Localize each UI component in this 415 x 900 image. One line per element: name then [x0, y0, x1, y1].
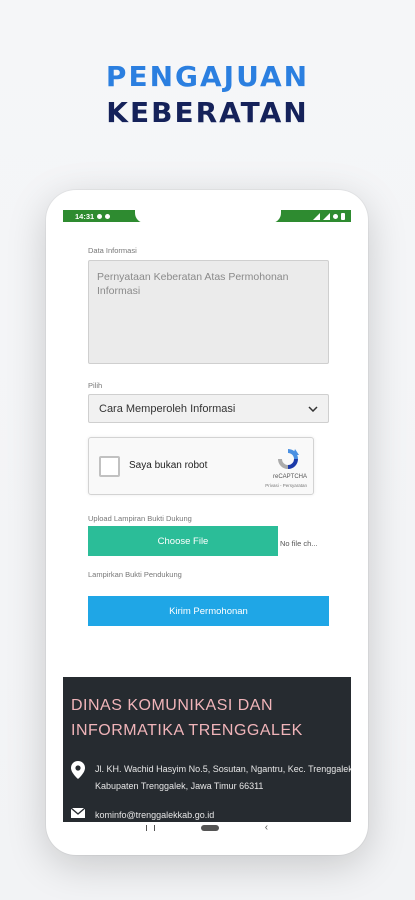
- no-file-text: No file ch...: [280, 539, 318, 548]
- recaptcha-brand: reCAPTCHA: [272, 474, 307, 480]
- headline-line-2: KEBERATAN: [106, 96, 309, 129]
- phone-frame: 14:31 Data Informasi Pernyataan Keberata…: [46, 190, 368, 855]
- chevron-down-icon: [308, 405, 318, 412]
- footer: DINAS KOMUNIKASI DAN INFORMATIKA TRENGGA…: [63, 677, 351, 822]
- footer-title: DINAS KOMUNIKASI DAN INFORMATIKA TRENGGA…: [71, 697, 303, 739]
- notification-icon: [105, 213, 111, 219]
- back-icon[interactable]: ‹: [265, 823, 268, 833]
- select-value: Cara Memperoleh Informasi: [99, 402, 236, 415]
- location-pin-icon: [71, 761, 85, 779]
- recent-apps-icon[interactable]: [145, 825, 155, 831]
- recaptcha-label: Saya bukan robot: [129, 460, 208, 471]
- data-informasi-label: Data Informasi: [88, 246, 137, 255]
- kirim-permohonan-button[interactable]: Kirim Permohonan: [88, 596, 329, 626]
- email-icon: [71, 807, 85, 818]
- lampirkan-label: Lampirkan Bukti Pendukung: [88, 570, 182, 579]
- choose-file-button[interactable]: Choose File: [88, 526, 278, 556]
- recaptcha-links[interactable]: Privasi - Persyaratan: [265, 483, 307, 488]
- footer-email-row: kominfo@trenggalekkab.go.id: [71, 807, 351, 822]
- signal-icon: [313, 212, 320, 220]
- system-nav-bar: ‹: [63, 822, 351, 834]
- footer-email[interactable]: kominfo@trenggalekkab.go.id: [95, 807, 351, 822]
- upload-label: Upload Lampiran Bukti Dukung: [88, 514, 192, 523]
- wifi-icon: [333, 213, 338, 219]
- camera-notch: [135, 210, 281, 223]
- pilih-label: Pilih: [88, 381, 103, 390]
- notification-icon: [97, 213, 103, 219]
- battery-icon: [341, 212, 345, 220]
- recaptcha-logo-icon: [278, 449, 299, 469]
- recaptcha-widget: Saya bukan robot reCAPTCHA Privasi - Per…: [88, 437, 314, 495]
- footer-address: Jl. KH. Wachid Hasyim No.5, Sosutan, Nga…: [95, 764, 351, 791]
- footer-address-row: Jl. KH. Wachid Hasyim No.5, Sosutan, Nga…: [71, 761, 351, 795]
- app-screen: 14:31 Data Informasi Pernyataan Keberata…: [63, 210, 351, 822]
- headline-line-1: PENGAJUAN: [105, 60, 310, 93]
- keberatan-textarea[interactable]: Pernyataan Keberatan Atas Permohonan Inf…: [88, 260, 329, 364]
- home-icon[interactable]: [200, 825, 219, 831]
- status-time: 14:31: [75, 211, 95, 221]
- signal-icon: [323, 212, 330, 220]
- recaptcha-checkbox[interactable]: [99, 456, 120, 477]
- cara-memperoleh-select[interactable]: Cara Memperoleh Informasi: [88, 394, 329, 423]
